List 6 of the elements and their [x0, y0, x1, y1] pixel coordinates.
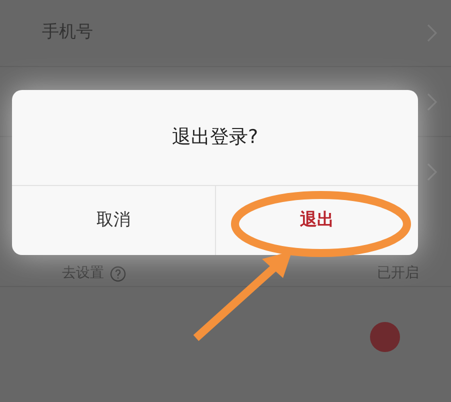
chevron-right-icon — [427, 163, 437, 181]
help-icon — [110, 266, 126, 282]
chevron-right-icon — [427, 92, 437, 110]
dot-icon — [369, 321, 401, 353]
cancel-button[interactable]: 取消 — [12, 186, 214, 255]
dialog-title: 退出登录? — [172, 125, 258, 150]
